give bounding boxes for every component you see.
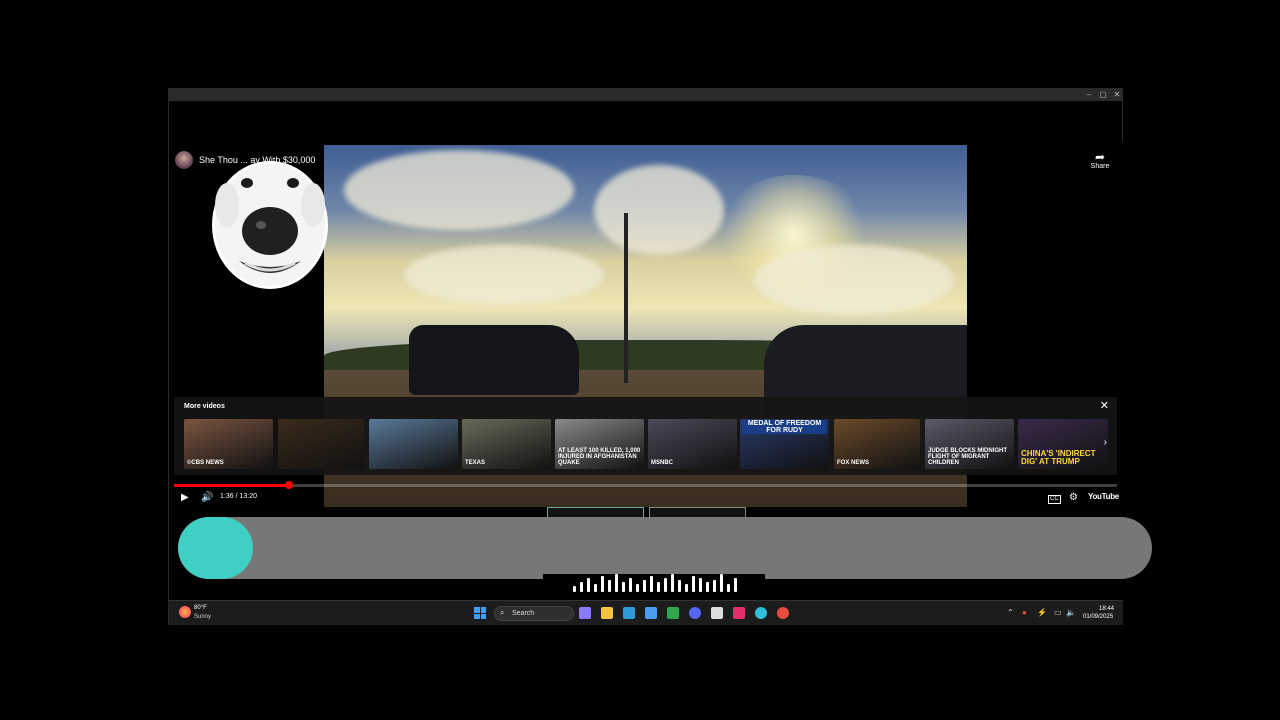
waveform-bar — [650, 576, 653, 592]
audio-waveform — [543, 574, 765, 600]
thumbnail-caption: CHINA'S 'INDIRECT DIG' AT TRUMP — [1021, 449, 1096, 466]
audio-overlay-indicator — [178, 517, 253, 579]
waveform-bar — [622, 582, 625, 592]
thumbnail-headline: MEDAL OF FREEDOM FOR RUDY — [742, 420, 827, 434]
waveform-bar — [685, 584, 688, 592]
close-window-button[interactable]: ✕ — [1110, 89, 1124, 101]
weather-condition[interactable]: Sunny — [194, 614, 211, 620]
next-videos-button[interactable]: › — [1104, 437, 1107, 448]
audio-overlay-bar — [178, 517, 1152, 579]
maximize-button[interactable]: ▢ — [1096, 89, 1110, 101]
edge-icon[interactable] — [623, 607, 635, 619]
waveform-bar — [706, 582, 709, 592]
copilot-icon[interactable] — [579, 607, 591, 619]
close-more-videos-button[interactable]: ✕ — [1100, 399, 1109, 412]
store-icon[interactable] — [645, 607, 657, 619]
video-thumbnail[interactable]: AT LEAST 100 KILLED, 1,000 INJURED IN AF… — [555, 419, 644, 469]
weather-temperature[interactable]: 80°F — [194, 605, 207, 611]
thumbnail-caption: FOX NEWS — [837, 460, 870, 466]
time-display: 1:36 / 13:20 — [220, 493, 257, 500]
weather-icon[interactable] — [179, 606, 191, 618]
volume-button[interactable]: 🔊 — [201, 491, 213, 505]
waveform-bar — [594, 584, 597, 592]
progress-scrubber[interactable] — [285, 481, 293, 489]
waveform-bar — [678, 580, 681, 592]
waveform-bar — [720, 574, 723, 592]
video-thumbnail[interactable]: TEXAS — [462, 419, 551, 469]
video-thumbnail[interactable]: MSNBC — [648, 419, 737, 469]
tray-chevron-icon[interactable]: ⌃ — [1007, 607, 1014, 619]
video-thumbnail[interactable] — [369, 419, 458, 469]
progress-bar[interactable] — [174, 481, 1117, 489]
waveform-bar — [643, 580, 646, 592]
browser-icon[interactable] — [755, 607, 767, 619]
thumbnail-caption: TEXAS — [465, 460, 486, 466]
tray-volume-icon[interactable]: 🔈 — [1066, 607, 1076, 619]
waveform-bar — [692, 576, 695, 592]
taskbar-search[interactable]: ⌕ Search — [494, 606, 574, 621]
video-thumbnail[interactable] — [278, 419, 364, 469]
waveform-bar — [671, 574, 674, 592]
taskbar: 80°F Sunny ⌕ Search ⌃ ● ⚡ ▭ 🔈 18:44 01/0… — [169, 600, 1123, 625]
share-label: Share — [1090, 163, 1110, 170]
channel-avatar[interactable] — [175, 151, 193, 169]
waveform-bar — [727, 584, 730, 592]
more-videos-title: More videos — [184, 403, 225, 410]
video-cloud — [344, 150, 574, 230]
waveform-bar — [664, 578, 667, 592]
video-thumbnail[interactable]: JUDGE BLOCKS MIDNIGHT FLIGHT OF MIGRANT … — [925, 419, 1014, 469]
video-thumbnail[interactable]: FOX NEWS — [834, 419, 920, 469]
more-videos-panel: More videos ✕ ©CBS NEWS TEXAS AT LEAST 100… — [174, 397, 1117, 475]
video-thumbnail[interactable]: MEDAL OF FREEDOM FOR RUDY — [740, 419, 829, 469]
waveform-bar — [587, 578, 590, 592]
video-thumbnail[interactable]: CHINA'S 'INDIRECT DIG' AT TRUMP — [1018, 419, 1108, 469]
discord-icon[interactable] — [689, 607, 701, 619]
waveform-bar — [608, 580, 611, 592]
chrome-icon[interactable] — [777, 607, 789, 619]
video-cloud — [404, 245, 604, 305]
play-button[interactable]: ▶ — [181, 491, 189, 505]
dog-face-sticker — [212, 161, 328, 289]
waveform-bar — [573, 586, 576, 592]
video-cloud — [594, 165, 724, 255]
xbox-icon[interactable] — [667, 607, 679, 619]
tray-app-icon[interactable]: ● — [1022, 607, 1027, 619]
search-icon: ⌕ — [500, 608, 505, 617]
thumbnail-caption: AT LEAST 100 KILLED, 1,000 INJURED IN AF… — [558, 448, 641, 466]
tray-network-icon[interactable]: ⚡ — [1037, 607, 1047, 619]
settings-gear-icon[interactable]: ⚙ — [1069, 491, 1078, 505]
minimize-button[interactable]: – — [1082, 89, 1096, 101]
share-button[interactable]: ➦ Share — [1087, 151, 1113, 170]
thumbnail-caption: ©CBS NEWS — [187, 460, 224, 466]
waveform-bar — [734, 578, 737, 592]
clock-date[interactable]: 01/09/2025 — [1083, 614, 1113, 620]
share-arrow-icon: ➦ — [1094, 150, 1106, 164]
waveform-bar — [629, 578, 632, 592]
search-label: Search — [512, 610, 535, 617]
video-cloud — [754, 245, 954, 315]
waveform-bar — [699, 578, 702, 592]
video-car-left — [409, 325, 579, 395]
progress-played — [174, 484, 289, 487]
waveform-bar — [615, 574, 618, 592]
file-explorer-icon[interactable] — [601, 607, 613, 619]
waveform-bar — [580, 582, 583, 592]
qr-icon[interactable] — [711, 607, 723, 619]
clock-time[interactable]: 18:44 — [1099, 606, 1114, 612]
thumbnail-caption: MSNBC — [651, 460, 673, 466]
video-lamp-post — [624, 213, 628, 383]
title-bar: – ▢ ✕ — [169, 89, 1122, 101]
windows-start-icon[interactable] — [474, 607, 486, 619]
tray-display-icon[interactable]: ▭ — [1054, 607, 1062, 619]
waveform-bar — [636, 584, 639, 592]
video-thumbnail[interactable]: ©CBS NEWS — [184, 419, 273, 469]
captions-button[interactable]: CC — [1048, 495, 1061, 504]
thumbnail-caption: JUDGE BLOCKS MIDNIGHT FLIGHT OF MIGRANT … — [928, 448, 1008, 466]
waveform-bar — [657, 582, 660, 592]
waveform-bar — [601, 576, 604, 592]
player-controls: ▶ 🔊 1:36 / 13:20 CC ⚙ YouTube — [169, 489, 1124, 507]
instagram-icon[interactable] — [733, 607, 745, 619]
waveform-bar — [713, 580, 716, 592]
youtube-logo[interactable]: YouTube — [1088, 492, 1119, 501]
